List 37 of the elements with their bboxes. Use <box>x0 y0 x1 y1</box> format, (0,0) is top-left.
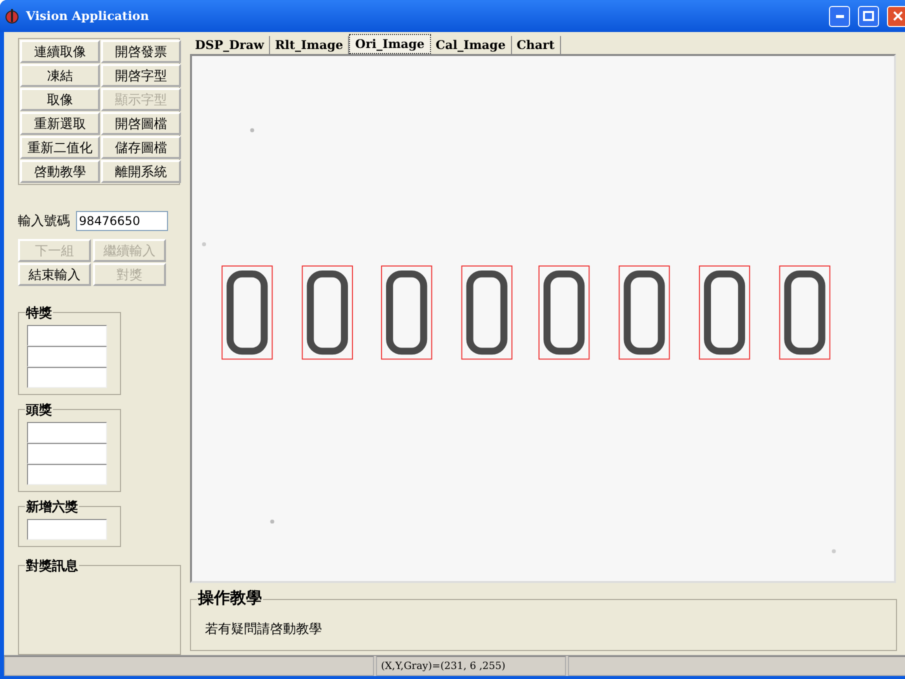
command-button[interactable]: 開啓字型 <box>101 64 181 87</box>
group-title: 新增六獎 <box>25 498 79 516</box>
command-button[interactable]: 凍結 <box>20 64 100 87</box>
minimize-button[interactable] <box>829 6 850 26</box>
window-title: Vision Application <box>26 9 150 23</box>
group-title: 對獎訊息 <box>25 557 79 575</box>
prize-field[interactable] <box>27 422 107 443</box>
status-reading: (X,Y,Gray)=(231, 6 ,255) <box>376 656 566 676</box>
minimize-icon <box>836 14 844 18</box>
app-icon <box>4 8 20 24</box>
prize-field[interactable] <box>27 443 107 464</box>
close-icon <box>892 11 902 21</box>
command-button[interactable]: 連續取像 <box>20 40 100 63</box>
command-button[interactable]: 啓動教學 <box>20 160 100 183</box>
input-button[interactable]: 結束輸入 <box>18 263 91 286</box>
command-button[interactable]: 開啓圖檔 <box>101 112 181 135</box>
prize-field[interactable] <box>27 346 107 367</box>
prize-field[interactable] <box>27 367 107 388</box>
maximize-icon <box>863 11 874 21</box>
group-title: 操作教學 <box>197 588 263 609</box>
command-button[interactable]: 重新選取 <box>20 112 100 135</box>
command-button[interactable]: 離開系統 <box>101 160 181 183</box>
group-title: 特獎 <box>25 304 53 322</box>
close-button[interactable] <box>887 6 905 26</box>
number-label: 輸入號碼 <box>18 213 70 230</box>
command-button[interactable]: 重新二值化 <box>20 136 100 159</box>
prize-field[interactable] <box>27 325 107 346</box>
command-button[interactable]: 儲存圖檔 <box>101 136 181 159</box>
command-button[interactable]: 取像 <box>20 88 100 111</box>
group-title: 頭獎 <box>25 401 53 419</box>
number-input[interactable]: 98476650 <box>76 211 168 231</box>
command-button[interactable]: 開啓發票 <box>101 40 181 63</box>
maximize-button[interactable] <box>858 6 879 26</box>
prize-field[interactable] <box>27 464 107 485</box>
tutorial-text: 若有疑問請啓動教學 <box>205 622 322 637</box>
prize-field[interactable] <box>27 519 107 540</box>
tab[interactable]: Ori_Image <box>349 34 431 54</box>
